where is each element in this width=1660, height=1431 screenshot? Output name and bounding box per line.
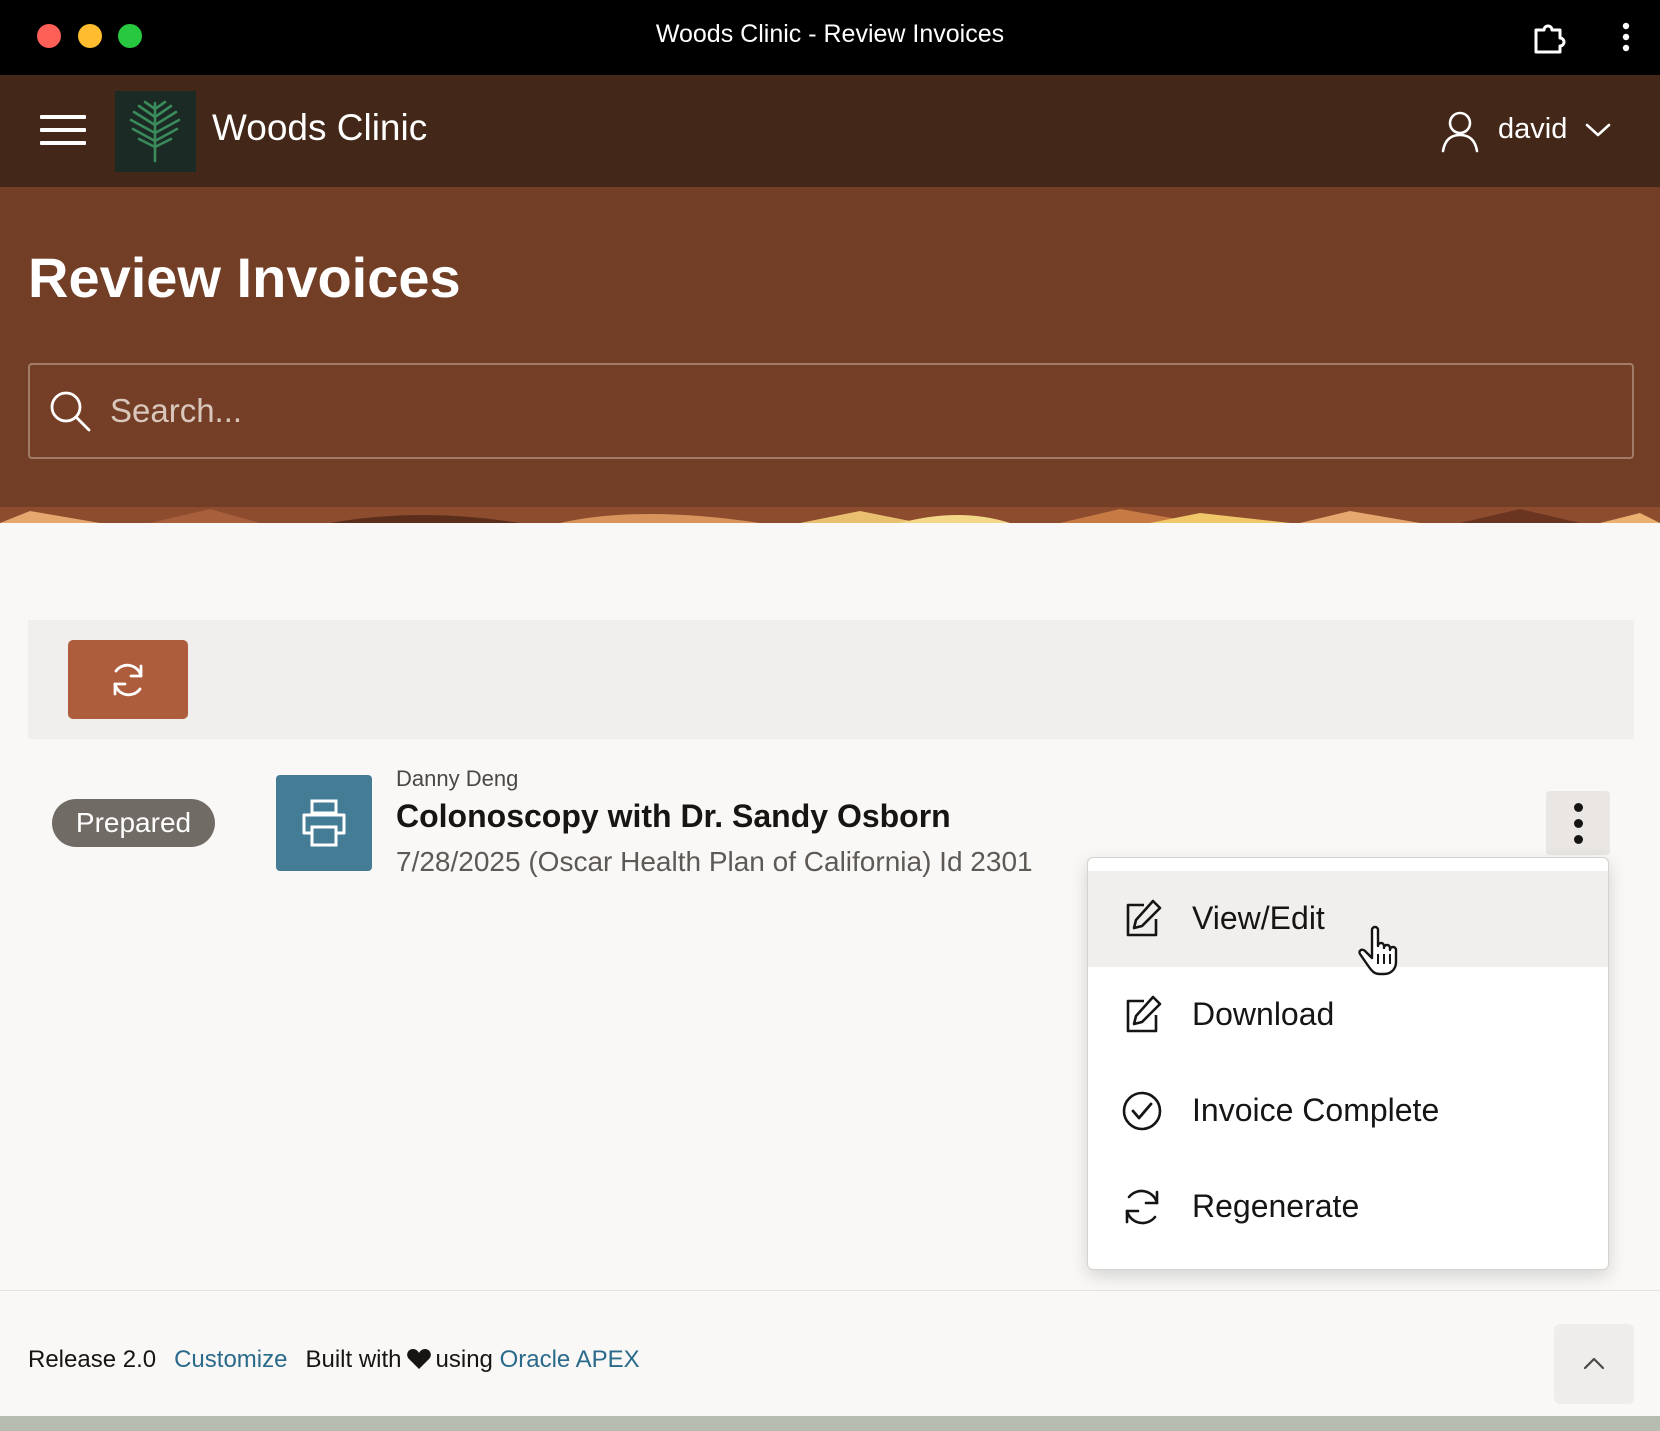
edit-icon bbox=[1126, 995, 1162, 1033]
release-label: Release 2.0 bbox=[28, 1346, 157, 1373]
menu-item-invoice-complete[interactable]: Invoice Complete bbox=[1088, 1063, 1608, 1159]
page-hero: Review Invoices bbox=[0, 187, 1660, 523]
search-box bbox=[28, 363, 1634, 459]
actions-menu: View/Edit Download Invoice Complete Rege… bbox=[1087, 857, 1609, 1270]
decorative-pattern bbox=[0, 507, 1660, 523]
user-icon bbox=[1441, 111, 1479, 153]
status-badge: Prepared bbox=[52, 799, 215, 847]
page-title: Review Invoices bbox=[28, 246, 461, 309]
chevron-down-icon bbox=[1585, 123, 1611, 137]
search-input[interactable] bbox=[110, 383, 1610, 439]
customize-link[interactable]: Customize bbox=[174, 1346, 287, 1373]
app-header: Woods Clinic david bbox=[0, 75, 1660, 187]
built-with-text: Built with bbox=[305, 1346, 402, 1373]
edit-icon bbox=[1126, 899, 1162, 937]
row-actions-button[interactable] bbox=[1546, 791, 1610, 855]
refresh-icon bbox=[113, 663, 143, 697]
using-text: using bbox=[435, 1346, 493, 1373]
clinic-logo bbox=[115, 91, 196, 172]
app-name[interactable]: Woods Clinic bbox=[212, 107, 427, 149]
refresh-button[interactable] bbox=[68, 640, 188, 719]
tree-logo-icon bbox=[129, 100, 181, 163]
window-title: Woods Clinic - Review Invoices bbox=[655, 20, 1005, 48]
invoice-icon-tile bbox=[276, 775, 372, 871]
page-footer: Release 2.0 Customize Built with using Orac… bbox=[0, 1290, 1660, 1416]
heart-icon bbox=[406, 1349, 431, 1369]
menu-item-download[interactable]: Download bbox=[1088, 967, 1608, 1063]
menu-item-label: Invoice Complete bbox=[1192, 1092, 1440, 1128]
footer-text: Release 2.0 Customize Built with using Orac… bbox=[28, 1346, 640, 1374]
menu-item-label: Download bbox=[1192, 996, 1335, 1032]
check-circle-icon bbox=[1122, 1091, 1162, 1131]
invoice-title[interactable]: Colonoscopy with Dr. Sandy Osborn bbox=[396, 798, 951, 835]
toolbar bbox=[28, 620, 1634, 739]
menu-item-label: Regenerate bbox=[1192, 1188, 1360, 1224]
menu-item-view-edit[interactable]: View/Edit bbox=[1088, 871, 1608, 967]
oracle-apex-link[interactable]: Oracle APEX bbox=[500, 1346, 640, 1373]
hand-cursor-icon bbox=[1358, 925, 1398, 976]
search-icon bbox=[50, 391, 91, 432]
refresh-icon bbox=[1125, 1189, 1159, 1225]
window-bottom-strip bbox=[0, 1416, 1660, 1431]
patient-name: Danny Deng bbox=[396, 766, 519, 791]
menu-item-regenerate[interactable]: Regenerate bbox=[1088, 1159, 1608, 1255]
printer-icon bbox=[302, 799, 346, 847]
user-name: david bbox=[1498, 113, 1568, 145]
window-titlebar: Woods Clinic - Review Invoices bbox=[0, 0, 1660, 75]
scroll-to-top-button[interactable] bbox=[1554, 1324, 1634, 1404]
invoice-details: 7/28/2025 (Oscar Health Plan of Californ… bbox=[396, 846, 1033, 877]
user-menu-button[interactable]: david bbox=[1440, 105, 1620, 157]
chevron-up-icon bbox=[1583, 1357, 1605, 1370]
menu-item-label: View/Edit bbox=[1192, 900, 1325, 936]
hamburger-menu-icon[interactable] bbox=[40, 115, 86, 149]
window-more-icon[interactable] bbox=[1616, 18, 1636, 56]
extension-icon[interactable] bbox=[1530, 18, 1568, 56]
